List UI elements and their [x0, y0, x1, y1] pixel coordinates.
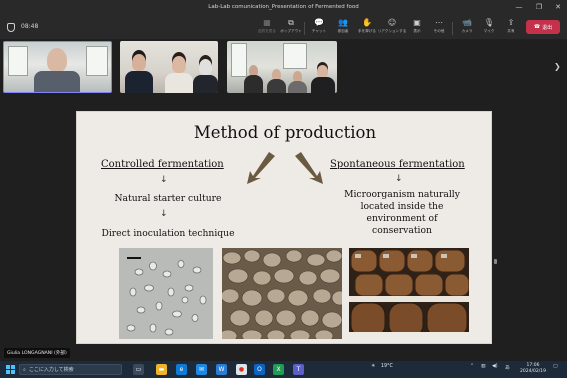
restore-button[interactable]: ❐	[530, 0, 548, 14]
taskbar-search-box[interactable]: ⌕ ここに入力して検索	[19, 364, 122, 375]
resize-handle[interactable]	[494, 259, 497, 264]
more-icon: ⋯	[435, 18, 443, 27]
direct-inoculation-text: Direct inoculation technique	[101, 228, 235, 239]
teams-icon[interactable]: T	[293, 364, 304, 375]
controlled-fermentation-heading: Controlled fermentation	[101, 159, 224, 170]
search-placeholder: ここに入力して検索	[28, 367, 74, 373]
search-icon: ⌕	[23, 366, 26, 373]
participant-face	[132, 54, 146, 71]
close-window-button[interactable]: ✕	[549, 0, 567, 14]
participant-body	[311, 77, 335, 93]
chat-icon: 💬	[314, 18, 324, 27]
share-button[interactable]: ⇪ 共有	[499, 17, 523, 39]
chevron-up-icon[interactable]: ⌃	[470, 364, 474, 369]
microorganism-text-line3: environment of	[366, 213, 438, 224]
background-window	[8, 46, 28, 76]
word-icon[interactable]: W	[216, 364, 227, 375]
video-tile-group[interactable]	[120, 41, 218, 93]
video-tile-room[interactable]	[227, 41, 337, 93]
weather-temp[interactable]: 19°C	[381, 364, 393, 369]
barrel-cellar-photo	[349, 248, 469, 339]
mail-icon[interactable]: ✉	[196, 364, 207, 375]
participants-button[interactable]: 👥 参加者	[331, 17, 355, 39]
ime-indicator[interactable]: あ	[505, 364, 510, 371]
toolbar-divider	[452, 22, 453, 35]
chrome-icon[interactable]: ●	[236, 364, 247, 375]
phone-hangup-icon: ☎	[533, 24, 541, 30]
edge-icon[interactable]: e	[176, 364, 187, 375]
participant-body	[244, 75, 263, 93]
background-window	[231, 43, 247, 77]
microorganism-text-line2: located inside the	[360, 201, 444, 212]
participant-body	[288, 81, 307, 93]
background-window	[86, 46, 108, 76]
participant-body	[34, 71, 80, 92]
background-window	[283, 43, 307, 69]
chat-button[interactable]: 💬 チャット	[307, 17, 331, 39]
microorganism-text-line1: Microorganism naturally	[344, 189, 460, 200]
scale-bar	[127, 257, 141, 259]
camera-icon: 📹	[462, 18, 472, 27]
popout-icon: ⧉	[288, 18, 294, 27]
participant-face	[199, 59, 212, 75]
view-icon: ▣	[413, 18, 421, 27]
natural-starter-text: Natural starter culture	[114, 193, 222, 204]
weather-icon[interactable]: ☀	[371, 364, 375, 369]
microphone-icon: 🎙	[483, 18, 495, 27]
more-button[interactable]: ⋯ その他	[427, 17, 451, 39]
windows-start-icon[interactable]	[6, 365, 15, 374]
yeast-cells-micrograph	[222, 248, 342, 339]
file-explorer-icon[interactable]: ▬	[156, 364, 167, 375]
mic-button[interactable]: 🎙 マイク	[477, 17, 501, 39]
window-title: Lab-Lab comunication_Presentation of Fer…	[208, 4, 359, 10]
volume-icon[interactable]: ◀)	[492, 364, 498, 369]
notification-icon[interactable]: ▢	[553, 364, 558, 369]
hand-icon: ✋	[362, 18, 372, 27]
meeting-timer: 08:48	[21, 23, 39, 30]
camera-button[interactable]: 📹 カメラ	[455, 17, 479, 39]
arrow-down-icon: ↓	[160, 209, 168, 219]
teams-meeting-window: Lab-Lab comunication_Presentation of Fer…	[0, 0, 567, 378]
participant-face	[47, 48, 67, 72]
microscope-yeast-image	[119, 248, 213, 339]
view-button[interactable]: ▣ 表示	[405, 17, 429, 39]
meeting-toolbar: 08:48 ▦ 品質を見る ⧉ ポップアウト 💬 チャット 👥 参加者 ✋ 手を…	[0, 14, 567, 40]
spontaneous-fermentation-heading: Spontaneous fermentation	[330, 159, 465, 170]
video-tile-presenter[interactable]	[3, 41, 112, 93]
leave-button[interactable]: ☎ 退出	[526, 20, 560, 34]
window-title-bar: Lab-Lab comunication_Presentation of Fer…	[0, 0, 567, 14]
task-view-icon[interactable]: ▭	[133, 364, 144, 375]
microorganism-text-line4: conservation	[372, 225, 432, 236]
chevron-right-icon[interactable]: ❯	[554, 62, 561, 71]
participant-body	[193, 75, 218, 93]
participant-face	[172, 56, 186, 73]
slide-title: Method of production	[193, 123, 377, 142]
network-icon[interactable]: ▥	[481, 364, 486, 369]
share-icon: ⇪	[507, 18, 515, 27]
toolbar-divider	[304, 22, 305, 35]
branch-arrows-icon	[247, 152, 323, 184]
participant-body	[267, 79, 286, 93]
call-quality-button[interactable]: ▦ 品質を見る	[255, 17, 279, 39]
windows-taskbar: ⌕ ここに入力して検索 ▭ ▬ e ✉ W ● O X T ☀ 19°C ⌃ ▥…	[0, 361, 567, 378]
excel-icon[interactable]: X	[273, 364, 284, 375]
quality-icon: ▦	[263, 18, 271, 27]
taskbar-clock[interactable]: 17:06 2024/02/19	[518, 363, 548, 375]
popout-button[interactable]: ⧉ ポップアウト	[279, 17, 303, 39]
outlook-icon[interactable]: O	[254, 364, 265, 375]
participant-body	[125, 71, 153, 93]
presentation-slide: Method of production Controlled fermenta…	[76, 111, 492, 344]
smiley-icon: ☺	[387, 18, 397, 27]
minimize-button[interactable]: —	[510, 0, 528, 14]
clock-date: 2024/02/19	[520, 369, 546, 374]
arrow-down-icon: ↓	[160, 175, 168, 185]
presenter-name-tag: Giulia LONGAGNANI (外部)	[4, 348, 70, 358]
raise-hand-button[interactable]: ✋ 手を挙げる	[355, 17, 379, 39]
react-button[interactable]: ☺ リアクションする	[378, 17, 407, 39]
people-icon: 👥	[338, 18, 348, 27]
arrow-down-icon: ↓	[395, 174, 403, 184]
participant-body	[165, 73, 193, 93]
shield-icon	[7, 23, 15, 32]
